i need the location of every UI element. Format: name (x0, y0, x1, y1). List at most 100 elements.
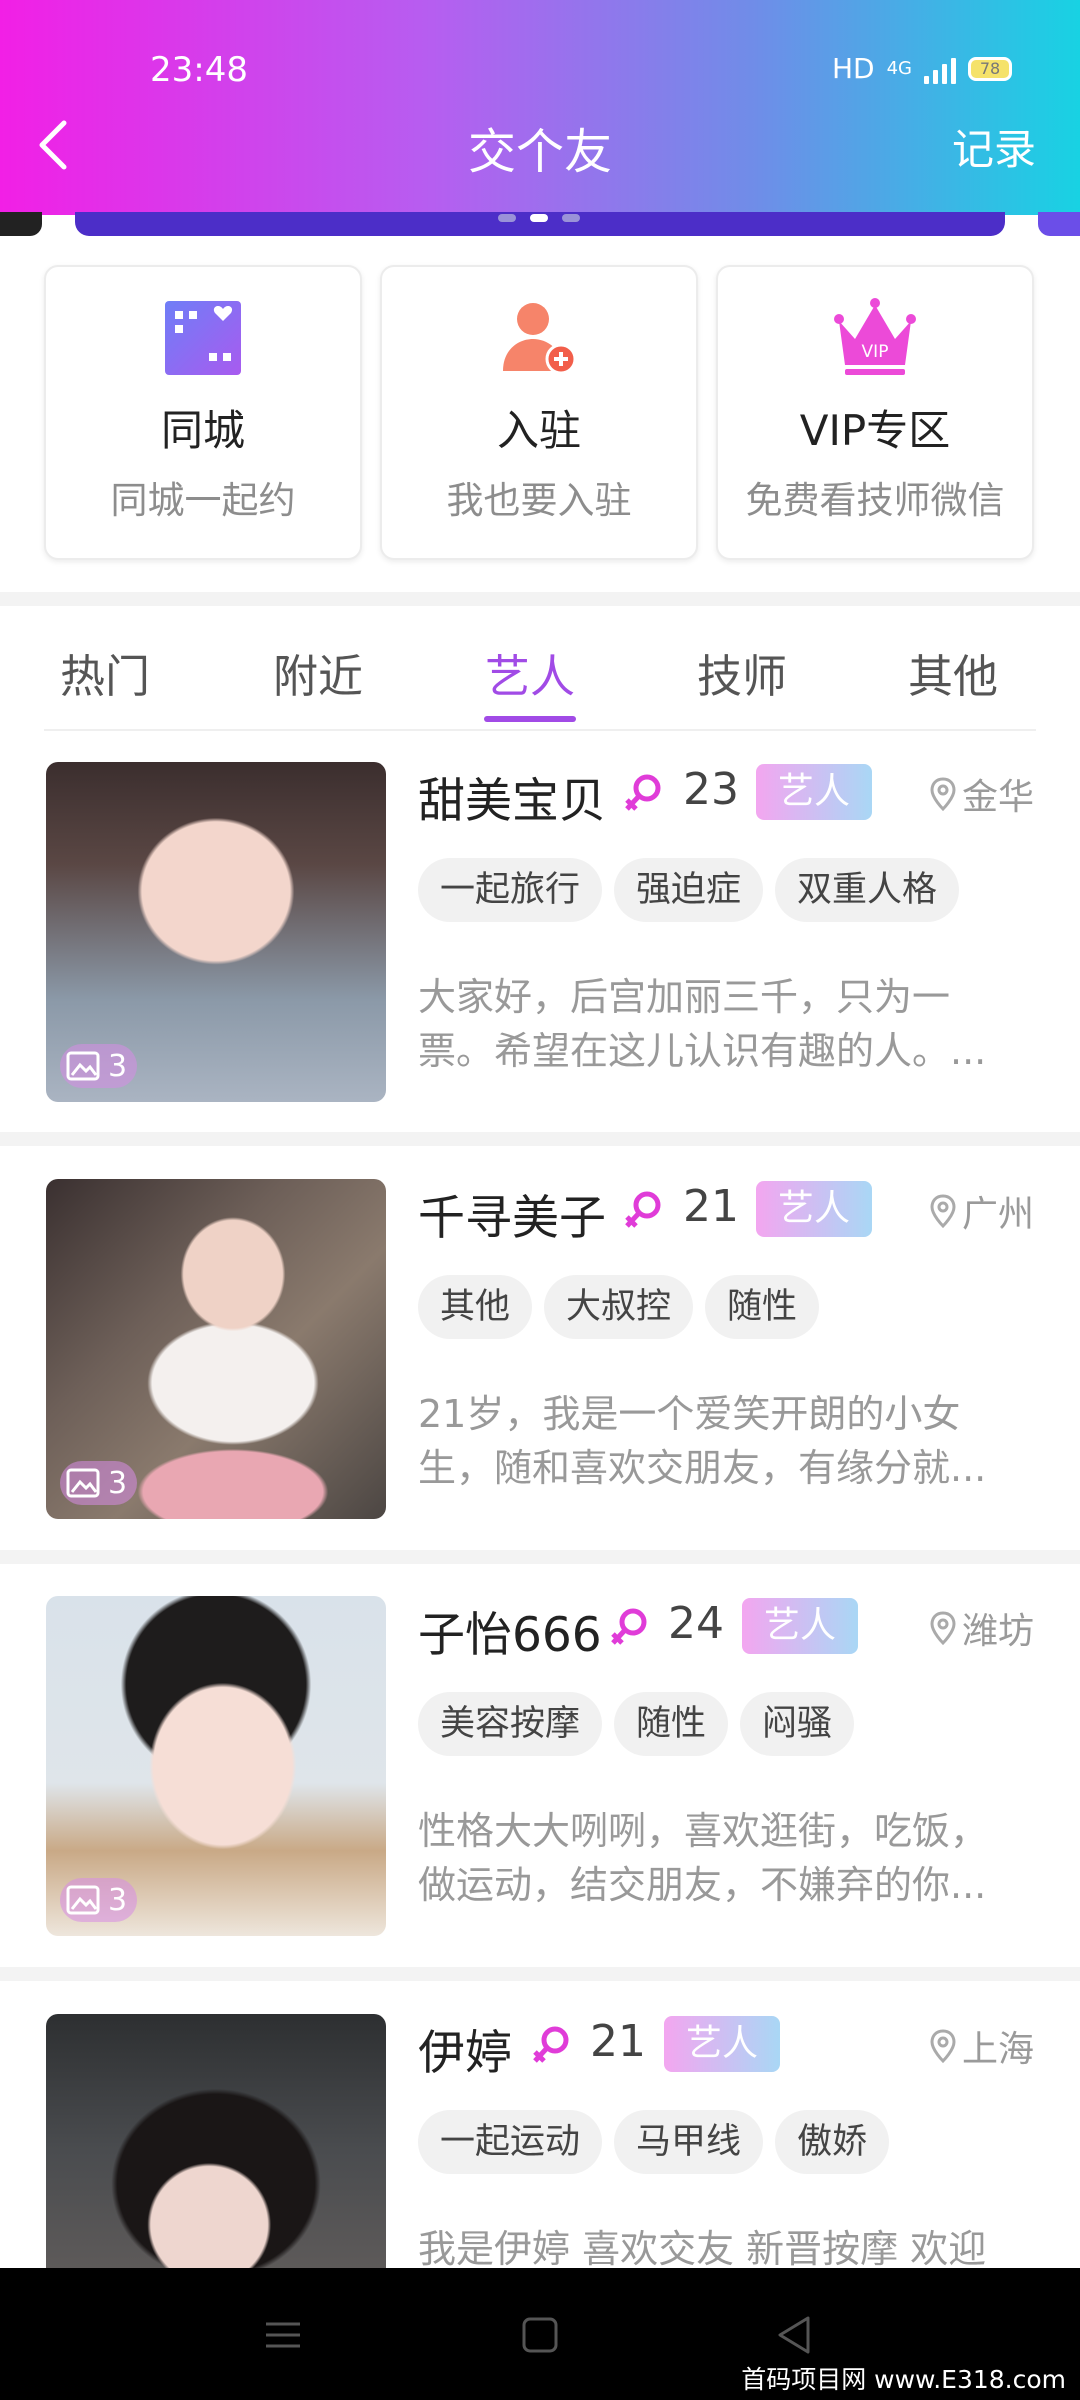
city-icon (165, 301, 241, 375)
profile-photo[interactable]: 3 (46, 1596, 386, 1936)
tag: 双重人格 (775, 858, 960, 922)
profile-card[interactable]: 3 甜美宝贝 23 艺人 金华 一起旅行 强迫症 双重人格 大家好，后宫加丽三千… (0, 762, 1080, 1102)
image-icon (66, 1468, 100, 1498)
section-divider (0, 1550, 1080, 1564)
records-button[interactable]: 记录 (952, 116, 1036, 177)
card-city[interactable]: 同城 同城一起约 (44, 265, 362, 560)
card-join-title: 入驻 (496, 406, 581, 455)
profile-description: 21岁，我是一个爱笑开朗的小女生，随和喜欢交朋友，有缘分就... (418, 1392, 987, 1490)
location-pin-icon (930, 1611, 956, 1645)
profile-name: 子怡666 (418, 1608, 602, 1663)
tag: 闷骚 (740, 1692, 855, 1756)
female-icon (625, 774, 661, 811)
tab-other[interactable]: 其他 (908, 640, 998, 705)
card-city-subtitle: 同城一起约 (110, 479, 296, 522)
tabs-divider (44, 729, 1036, 731)
profile-location: 金华 (930, 768, 1034, 820)
tab-technician[interactable]: 技师 (697, 640, 787, 705)
card-join-subtitle: 我也要入驻 (446, 479, 632, 522)
location-text: 上海 (961, 2029, 1034, 2070)
vip-crown-icon: VIP (834, 298, 916, 375)
profile-photo[interactable]: 3 (46, 1179, 386, 1519)
home-icon[interactable] (515, 2310, 565, 2360)
role-badge: 艺人 (742, 1598, 858, 1654)
banner-prev-peek[interactable] (0, 212, 42, 236)
location-pin-icon (930, 777, 956, 811)
tab-artist[interactable]: 艺人 (485, 640, 575, 705)
role-badge: 艺人 (664, 2016, 780, 2072)
status-time: 23:48 (150, 50, 248, 90)
watermark: 首码项目网 www.E318.com (737, 2360, 1070, 2396)
interest-tags: 一起运动 马甲线 傲娇 (418, 2110, 890, 2174)
page-title: 交个友 (467, 124, 612, 180)
tag: 随性 (705, 1275, 820, 1339)
female-icon (611, 1608, 647, 1645)
tag: 美容按摩 (418, 1692, 603, 1756)
profile-location: 上海 (930, 2020, 1034, 2072)
photo-count-badge: 3 (60, 1878, 138, 1922)
tab-nearby[interactable]: 附近 (273, 640, 363, 705)
tab-hot[interactable]: 热门 (60, 640, 150, 705)
profile-photo[interactable]: 3 (46, 762, 386, 1102)
profile-age: 23 (683, 764, 739, 815)
profile-age: 21 (590, 2016, 646, 2067)
photo-count: 3 (108, 1048, 128, 1084)
profile-age: 24 (668, 1598, 724, 1649)
profile-card[interactable]: 3 子怡666 24 艺人 潍坊 美容按摩 随性 闷骚 性格大大咧咧，喜欢逛街，… (0, 1596, 1080, 1936)
card-vip-title: VIP专区 (799, 406, 951, 455)
hd-indicator: HD (831, 52, 875, 85)
category-tabs: 热门 附近 艺人 技师 其他 (0, 620, 1080, 730)
profile-description: 性格大大咧咧，喜欢逛街，吃饭，做运动，结交朋友，不嫌弃的你... (418, 1809, 989, 1907)
photo-count: 3 (108, 1465, 128, 1501)
profile-name: 千寻美子 (418, 1191, 606, 1246)
tag: 傲娇 (775, 2110, 890, 2174)
role-badge: 艺人 (756, 764, 872, 820)
tag: 强迫症 (614, 858, 764, 922)
photo-count-badge: 3 (60, 1044, 138, 1088)
location-text: 金华 (961, 777, 1034, 818)
profile-card[interactable]: 3 千寻美子 21 艺人 广州 其他 大叔控 随性 21岁，我是一个爱笑开朗的小… (0, 1179, 1080, 1519)
location-text: 潍坊 (961, 1611, 1034, 1652)
profile-age: 21 (683, 1181, 739, 1232)
battery-icon: 78 (968, 56, 1012, 81)
location-pin-icon (930, 2029, 956, 2063)
tag: 大叔控 (544, 1275, 694, 1339)
profile-name: 甜美宝贝 (418, 774, 606, 829)
image-icon (66, 1885, 100, 1915)
section-divider (0, 1967, 1080, 1981)
card-join[interactable]: 入驻 我也要入驻 (380, 265, 698, 560)
system-nav-bar: 首码项目网 www.E318.com (0, 2268, 1080, 2400)
tag: 其他 (418, 1275, 533, 1339)
signal-icon (924, 54, 956, 84)
banner-next-peek[interactable] (1038, 212, 1080, 236)
profile-location: 广州 (930, 1185, 1034, 1237)
tag: 一起旅行 (418, 858, 603, 922)
tag: 一起运动 (418, 2110, 603, 2174)
tag: 马甲线 (614, 2110, 764, 2174)
card-city-title: 同城 (160, 406, 245, 455)
card-vip-subtitle: 免费看技师微信 (745, 479, 1005, 522)
interest-tags: 一起旅行 强迫症 双重人格 (418, 858, 960, 922)
image-icon (66, 1051, 100, 1081)
location-text: 广州 (961, 1194, 1034, 1235)
menu-icon[interactable] (258, 2310, 308, 2360)
active-tab-indicator (484, 716, 576, 722)
role-badge: 艺人 (756, 1181, 872, 1237)
profile-name: 伊婷 (418, 2026, 512, 2081)
interest-tags: 美容按摩 随性 闷骚 (418, 1692, 855, 1756)
interest-tags: 其他 大叔控 随性 (418, 1275, 820, 1339)
section-divider (0, 1132, 1080, 1146)
photo-count-badge: 3 (60, 1461, 138, 1505)
back-icon[interactable] (770, 2310, 820, 2360)
profile-location: 潍坊 (930, 1602, 1034, 1654)
feature-cards: 同城 同城一起约 入驻 我也要入驻 VIP VIP专区 免费看技师微信 (44, 265, 1034, 560)
add-user-icon (503, 303, 577, 375)
profile-description: 大家好，后宫加丽三千，只为一票。希望在这儿认识有趣的人。... (418, 975, 987, 1073)
location-pin-icon (930, 1194, 956, 1228)
battery-level: 78 (979, 59, 1001, 78)
carousel-dots (498, 214, 580, 222)
female-icon (533, 2026, 569, 2063)
section-divider (0, 592, 1080, 606)
card-vip[interactable]: VIP VIP专区 免费看技师微信 (716, 265, 1034, 560)
status-icons: HD 4G 78 (832, 52, 1012, 85)
